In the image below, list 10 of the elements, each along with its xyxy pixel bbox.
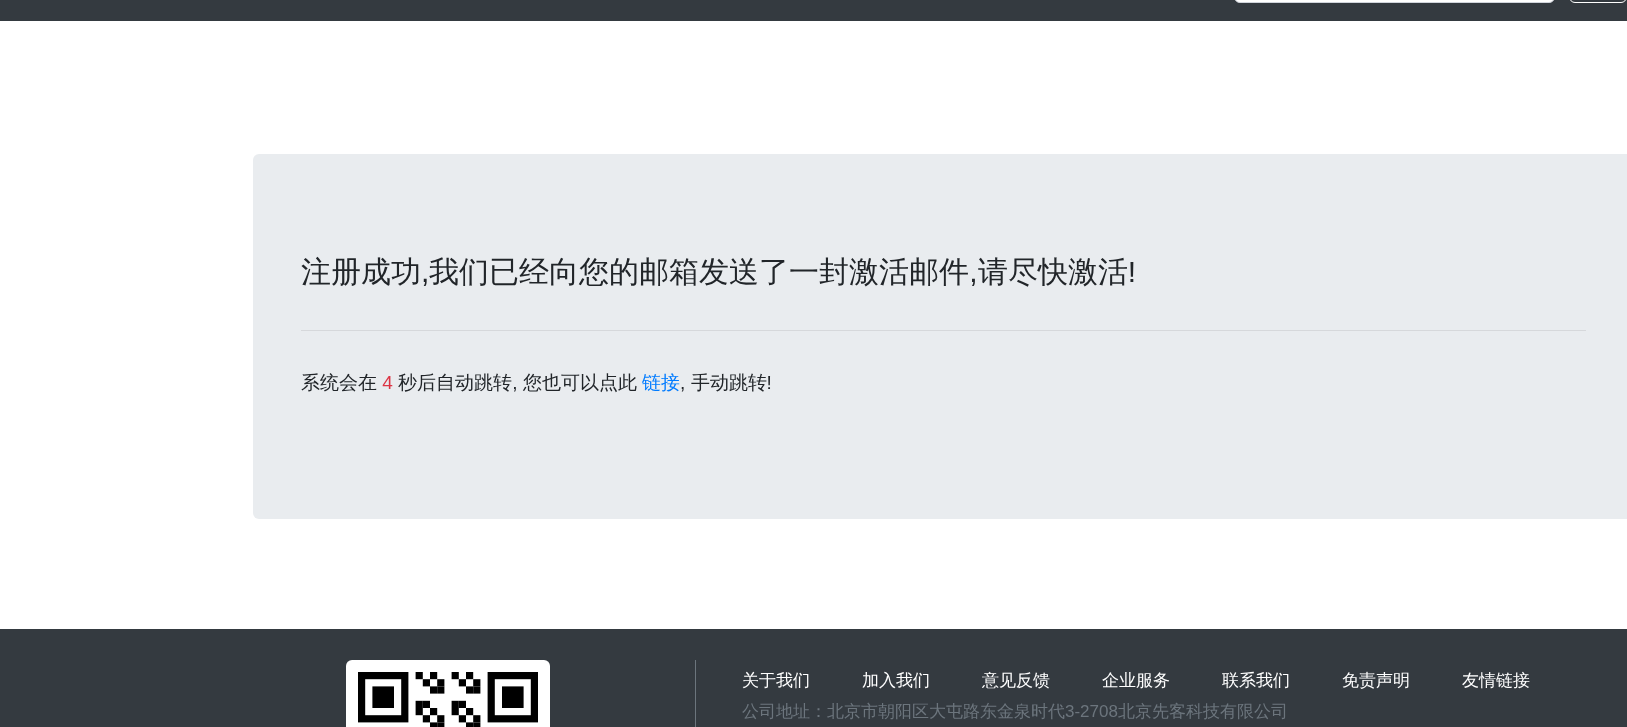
footer-link[interactable]: 企业服务 — [1102, 670, 1170, 692]
footer-link[interactable]: 加入我们 — [862, 670, 930, 692]
company-address: 公司地址：北京市朝阳区大屯路东金泉时代3-2708北京先客科技有限公司 — [742, 702, 1289, 722]
footer-link[interactable]: 友情链接 — [1462, 670, 1530, 692]
footer-link[interactable]: 免责声明 — [1342, 670, 1410, 692]
redirect-message: 系统会在 4 秒后自动跳转, 您也可以点此 链接, 手动跳转! — [301, 371, 773, 395]
footer-link[interactable]: 联系我们 — [1222, 670, 1290, 692]
footer-link[interactable]: 关于我们 — [742, 670, 810, 692]
footer-link[interactable]: 意见反馈 — [982, 670, 1050, 692]
success-heading: 注册成功,我们已经向您的邮箱发送了一封激活邮件,请尽快激活! — [301, 254, 1137, 290]
